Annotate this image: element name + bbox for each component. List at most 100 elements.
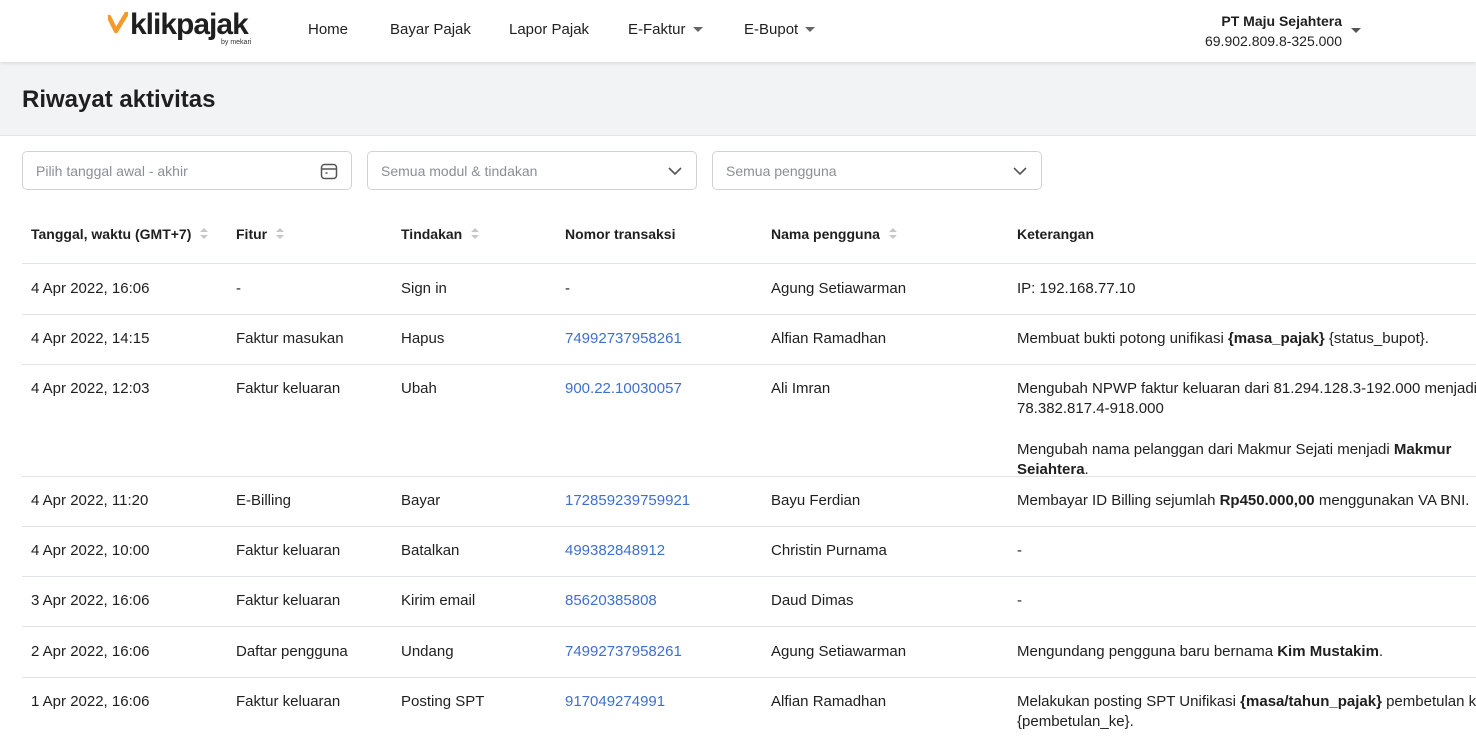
date-range-input[interactable]: Pilih tanggal awal - akhir bbox=[22, 151, 352, 190]
chevron-down-icon bbox=[692, 27, 703, 32]
chevron-down-icon bbox=[805, 27, 816, 32]
module-action-select[interactable]: Semua modul & tindakan bbox=[367, 151, 697, 190]
cell-datetime: 4 Apr 2022, 12:03 bbox=[31, 380, 150, 397]
keterangan-text: . bbox=[1378, 643, 1384, 660]
keterangan-paragraph: Membuat bukti potong unifikasi {masa_paj… bbox=[1017, 329, 1476, 349]
company-name: PT Maju Sejahtera bbox=[1221, 13, 1342, 29]
cell-pengguna: Alfian Ramadhan bbox=[771, 693, 887, 710]
cell-tindakan: Ubah bbox=[401, 380, 437, 397]
column-header-tindakan[interactable]: Tindakan bbox=[401, 226, 480, 242]
nav-home[interactable]: Home bbox=[308, 21, 348, 38]
cell-keterangan: Membuat bukti potong unifikasi {masa_paj… bbox=[1017, 329, 1476, 349]
module-action-placeholder: Semua modul & tindakan bbox=[381, 163, 538, 179]
cell-datetime: 3 Apr 2022, 16:06 bbox=[31, 592, 150, 609]
nav-e-bupot[interactable]: E-Bupot bbox=[744, 21, 816, 38]
cell-nomor[interactable]: 74992737958261 bbox=[565, 642, 682, 662]
column-header-nama-pengguna[interactable]: Nama pengguna bbox=[771, 226, 897, 242]
cell-tindakan: Hapus bbox=[401, 330, 445, 347]
cell-datetime: 4 Apr 2022, 16:06 bbox=[31, 280, 150, 297]
cell-keterangan: IP: 192.168.77.10 bbox=[1017, 279, 1476, 299]
keterangan-text: - bbox=[1017, 542, 1022, 559]
cell-keterangan: - bbox=[1017, 541, 1476, 561]
cell-fitur: Daftar pengguna bbox=[236, 643, 348, 660]
cell-datetime: 2 Apr 2022, 16:06 bbox=[31, 643, 150, 660]
cell-nomor[interactable]: 172859239759921 bbox=[565, 491, 690, 511]
cell-tindakan: Sign in bbox=[401, 280, 447, 297]
keterangan-text: Mengubah NPWP faktur keluaran dari 81.29… bbox=[1017, 380, 1476, 417]
cell-fitur: Faktur keluaran bbox=[236, 542, 341, 559]
keterangan-paragraph: - bbox=[1017, 541, 1476, 561]
cell-nomor[interactable]: 917049274991 bbox=[565, 692, 665, 712]
keterangan-text: {status_bupot}. bbox=[1324, 330, 1429, 347]
cell-fitur: Faktur keluaran bbox=[236, 693, 341, 710]
cell-keterangan: Mengundang pengguna baru bernama Kim Mus… bbox=[1017, 642, 1476, 662]
keterangan-highlight: {masa_pajak} bbox=[1227, 330, 1325, 347]
sort-icon[interactable] bbox=[276, 227, 285, 241]
page-title: Riwayat aktivitas bbox=[22, 86, 216, 113]
keterangan-paragraph: Mengubah NPWP faktur keluaran dari 81.29… bbox=[1017, 379, 1476, 419]
cell-pengguna: Ali Imran bbox=[771, 380, 831, 397]
checkmark-logo-icon bbox=[108, 12, 128, 34]
table-divider bbox=[22, 626, 1476, 627]
column-header-datetime[interactable]: Tanggal, waktu (GMT+7) bbox=[31, 226, 209, 242]
cell-nomor[interactable]: 74992737958261 bbox=[565, 329, 682, 349]
keterangan-highlight: Rp450.000,00 bbox=[1219, 492, 1315, 509]
keterangan-text: Membayar ID Billing sejumlah bbox=[1017, 492, 1220, 509]
cell-fitur: - bbox=[236, 280, 241, 297]
table-row[interactable]: 4 Apr 2022, 14:15 Faktur masukan Hapus 7499… bbox=[22, 315, 1476, 364]
sort-icon[interactable] bbox=[200, 227, 209, 241]
cell-fitur: Faktur masukan bbox=[236, 330, 344, 347]
keterangan-text: Membuat bukti potong unifikasi bbox=[1017, 330, 1228, 347]
cell-nomor[interactable]: 900.22.10030057 bbox=[565, 379, 682, 399]
table-divider bbox=[22, 263, 1476, 264]
sort-icon[interactable] bbox=[471, 227, 480, 241]
user-select[interactable]: Semua pengguna bbox=[712, 151, 1042, 190]
table-row[interactable]: 4 Apr 2022, 12:03 Faktur keluaran Ubah 900.… bbox=[22, 365, 1476, 476]
cell-nomor[interactable]: 85620385808 bbox=[565, 591, 657, 611]
keterangan-paragraph: Melakukan posting SPT Unifikasi {masa/ta… bbox=[1017, 692, 1476, 732]
keterangan-highlight: {masa/tahun_pajak} bbox=[1240, 693, 1382, 710]
keterangan-paragraph: Membayar ID Billing sejumlah Rp450.000,0… bbox=[1017, 491, 1476, 511]
table-row[interactable]: 4 Apr 2022, 10:00 Faktur keluaran Batalkan… bbox=[22, 527, 1476, 576]
table-row[interactable]: 3 Apr 2022, 16:06 Faktur keluaran Kirim em… bbox=[22, 577, 1476, 626]
company-npwp: 69.902.809.8-325.000 bbox=[1204, 33, 1342, 49]
cell-keterangan: Membayar ID Billing sejumlah Rp450.000,0… bbox=[1017, 491, 1476, 511]
keterangan-text: IP: 192.168.77.10 bbox=[1017, 280, 1136, 297]
table-row[interactable]: 4 Apr 2022, 16:06 - Sign in - Agung Setiawar… bbox=[22, 265, 1476, 314]
cell-nomor[interactable]: 499382848912 bbox=[565, 541, 665, 561]
keterangan-text: menggunakan VA BNI. bbox=[1314, 492, 1470, 509]
user-placeholder: Semua pengguna bbox=[726, 163, 837, 179]
column-header-fitur[interactable]: Fitur bbox=[236, 226, 285, 242]
keterangan-text: Mengundang pengguna baru bernama bbox=[1017, 643, 1278, 660]
nav-lapor-pajak[interactable]: Lapor Pajak bbox=[509, 21, 589, 38]
cell-nomor: - bbox=[565, 280, 570, 297]
keterangan-text: Mengubah nama pelanggan dari Makmur Seja… bbox=[1017, 441, 1394, 458]
cell-tindakan: Kirim email bbox=[401, 592, 476, 609]
cell-datetime: 4 Apr 2022, 10:00 bbox=[31, 542, 150, 559]
table-row[interactable]: 4 Apr 2022, 11:20 E-Billing Bayar 172859239… bbox=[22, 477, 1476, 526]
cell-fitur: Faktur keluaran bbox=[236, 592, 341, 609]
cell-pengguna: Agung Setiawarman bbox=[771, 280, 907, 297]
keterangan-paragraph: - bbox=[1017, 591, 1476, 611]
column-header-nomor-transaksi: Nomor transaksi bbox=[565, 226, 676, 242]
company-switcher[interactable]: PT Maju Sejahtera 69.902.809.8-325.000 bbox=[1205, 12, 1342, 52]
logo-subtitle: by mekari bbox=[221, 39, 252, 46]
cell-tindakan: Undang bbox=[401, 643, 454, 660]
top-navbar: klikpajak by mekari Home Bayar Pajak Lap… bbox=[0, 0, 1476, 62]
cell-keterangan: Mengubah NPWP faktur keluaran dari 81.29… bbox=[1017, 379, 1476, 476]
keterangan-text: Melakukan posting SPT Unifikasi bbox=[1017, 693, 1241, 710]
cell-datetime: 1 Apr 2022, 16:06 bbox=[31, 693, 150, 710]
keterangan-highlight: Kim Mustakim bbox=[1277, 643, 1379, 660]
table-row[interactable]: 1 Apr 2022, 16:06 Faktur keluaran Posting … bbox=[22, 678, 1476, 742]
cell-tindakan: Batalkan bbox=[401, 542, 460, 559]
cell-tindakan: Posting SPT bbox=[401, 693, 485, 710]
cell-fitur: Faktur keluaran bbox=[236, 380, 341, 397]
column-header-keterangan: Keterangan bbox=[1017, 226, 1095, 242]
sort-icon[interactable] bbox=[888, 227, 897, 241]
nav-e-faktur[interactable]: E-Faktur bbox=[628, 21, 703, 38]
keterangan-text: . bbox=[1084, 461, 1089, 476]
nav-bayar-pajak[interactable]: Bayar Pajak bbox=[390, 21, 471, 38]
cell-pengguna: Christin Purnama bbox=[771, 542, 887, 559]
table-row[interactable]: 2 Apr 2022, 16:06 Daftar pengguna Undang 74… bbox=[22, 628, 1476, 677]
chevron-down-icon[interactable] bbox=[1351, 28, 1361, 33]
